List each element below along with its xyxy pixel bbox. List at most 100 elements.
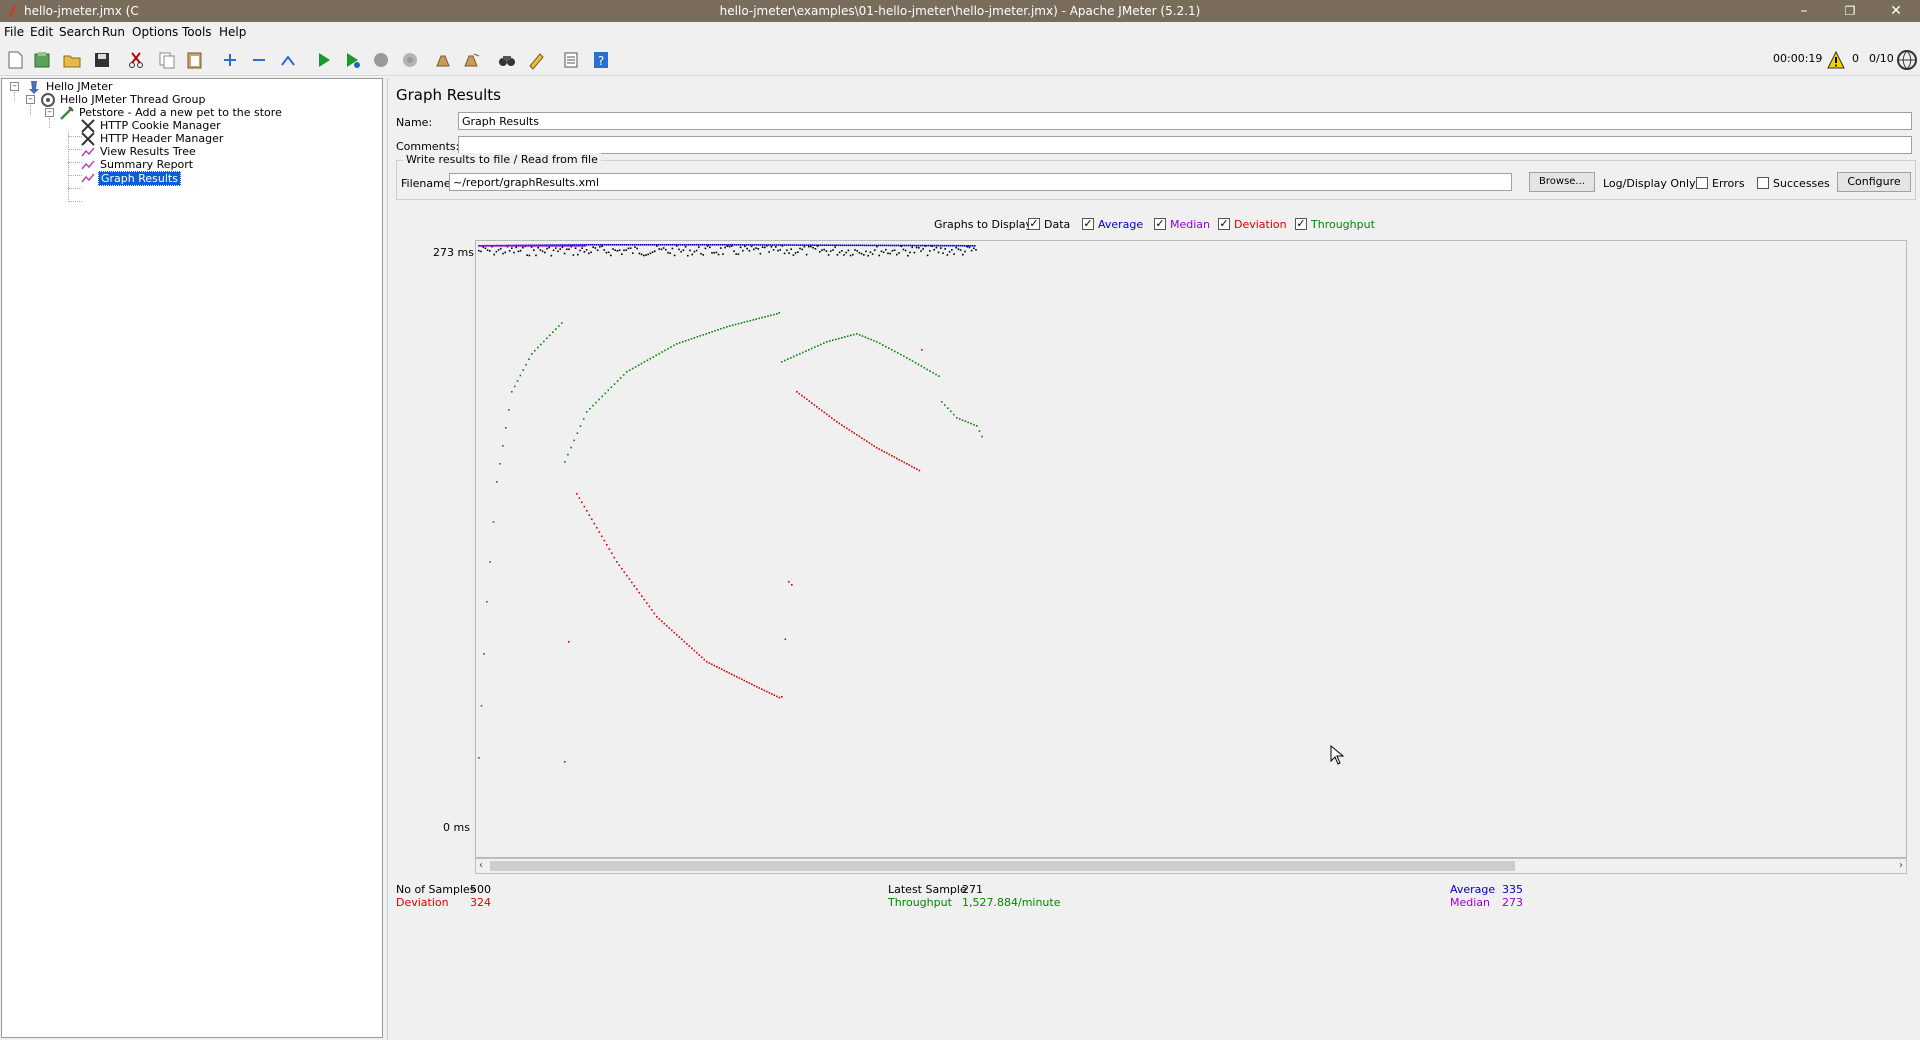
throughput-point [546,337,548,340]
data-point [528,254,531,257]
average-point [650,244,652,246]
average-point [632,244,634,246]
menu-file[interactable]: File [4,25,24,39]
data-point [504,251,506,254]
filename-field[interactable]: ~/report/graphResults.xml [449,173,1512,191]
maximize-button[interactable]: ❐ [1828,0,1872,22]
average-point [642,244,644,246]
data-point [574,247,577,249]
test-plan-tree[interactable]: – Hello JMeter – Hello JMeter Thread Gro… [1,78,383,1038]
minimize-button[interactable]: – [1782,0,1826,22]
function-helper-icon[interactable] [561,50,581,70]
help-icon[interactable]: ? [591,50,611,70]
scroll-right-arrow[interactable]: › [1899,860,1903,871]
average-point [804,244,806,246]
median-point [572,245,575,247]
throughput-point [790,357,792,359]
data-point [737,253,740,255]
throughput-point [973,423,975,426]
graph-horizontal-scrollbar[interactable]: ‹ › [475,858,1907,874]
deviation-point [643,598,646,601]
menu-help[interactable]: Help [219,25,246,39]
collapse-toggle[interactable]: – [10,82,19,91]
average-stat-label: Average [1450,883,1496,896]
median-point [503,245,506,247]
tree-node-label: Graph Results [98,171,181,186]
average-point [664,244,666,246]
stop-icon[interactable] [371,50,391,70]
cut-icon[interactable] [126,50,146,70]
data-point [484,247,487,249]
average-point [700,244,702,246]
expand-all-icon[interactable] [220,50,240,70]
average-checkbox[interactable]: ✓ [1082,218,1094,230]
deviation-point [711,663,713,666]
deviation-point [918,469,921,472]
new-icon[interactable] [5,50,25,70]
average-point [668,244,670,246]
collapse-toggle[interactable]: – [26,95,35,104]
samples-label: No of Samples [396,883,476,896]
average-point [782,244,784,246]
menu-edit[interactable]: Edit [30,25,53,39]
start-no-pauses-icon[interactable] [342,50,362,70]
throughput-point [888,347,890,349]
median-point [482,245,485,247]
templates-icon[interactable] [32,50,52,70]
scroll-thumb[interactable] [490,861,1515,871]
menu-options[interactable]: Options [132,25,178,39]
reset-search-icon[interactable] [526,50,546,70]
deviation-point [718,667,721,669]
throughput-point [961,419,964,421]
data-checkbox[interactable]: ✓ [1028,218,1040,230]
start-icon[interactable] [314,50,334,70]
collapse-toggle[interactable]: – [45,108,54,117]
throughput-point [670,346,672,348]
toggle-icon[interactable] [278,50,298,70]
data-point [647,253,649,256]
clear-icon[interactable] [433,50,453,70]
copy-icon[interactable] [157,50,177,70]
configure-button[interactable]: Configure [1837,172,1911,192]
tree-node-label: HTTP Header Manager [100,132,224,145]
data-point [819,251,821,253]
average-point [944,244,946,247]
deviation-point [888,453,891,456]
warning-icon[interactable] [1826,50,1846,70]
median-checkbox[interactable]: ✓ [1154,218,1166,230]
average-point [926,244,928,247]
name-field[interactable]: Graph Results [458,112,1912,130]
median-point [548,245,551,247]
shutdown-icon[interactable] [400,50,420,70]
successes-checkbox[interactable] [1757,177,1769,189]
deviation-point [713,664,716,667]
average-point [716,244,718,246]
menu-run[interactable]: Run [102,25,125,39]
data-point [572,254,575,256]
errors-checkbox[interactable] [1696,177,1708,189]
close-button[interactable]: ✕ [1874,0,1918,22]
menu-tools[interactable]: Tools [182,25,212,39]
clear-all-icon[interactable] [462,50,482,70]
throughput-checkbox[interactable]: ✓ [1295,218,1307,230]
search-icon[interactable] [497,50,517,70]
remote-globe-icon[interactable] [1896,49,1918,71]
menu-search[interactable]: Search [59,25,100,39]
throughput-point [847,335,849,337]
deviation-checkbox[interactable]: ✓ [1218,218,1230,230]
browse-button[interactable]: Browse... [1529,172,1595,192]
open-icon[interactable] [62,50,82,70]
deviation-point [838,422,841,425]
paste-icon[interactable] [185,50,205,70]
comments-field[interactable] [458,136,1912,154]
scroll-left-arrow[interactable]: ‹ [479,860,483,871]
throughput-point [770,314,772,317]
data-point [968,246,971,249]
collapse-all-icon[interactable] [249,50,269,70]
throughput-point [573,439,575,442]
deviation-point [833,419,836,421]
save-icon[interactable] [92,50,112,70]
average-point [678,244,680,246]
data-point [735,253,737,255]
median-point [496,245,498,247]
